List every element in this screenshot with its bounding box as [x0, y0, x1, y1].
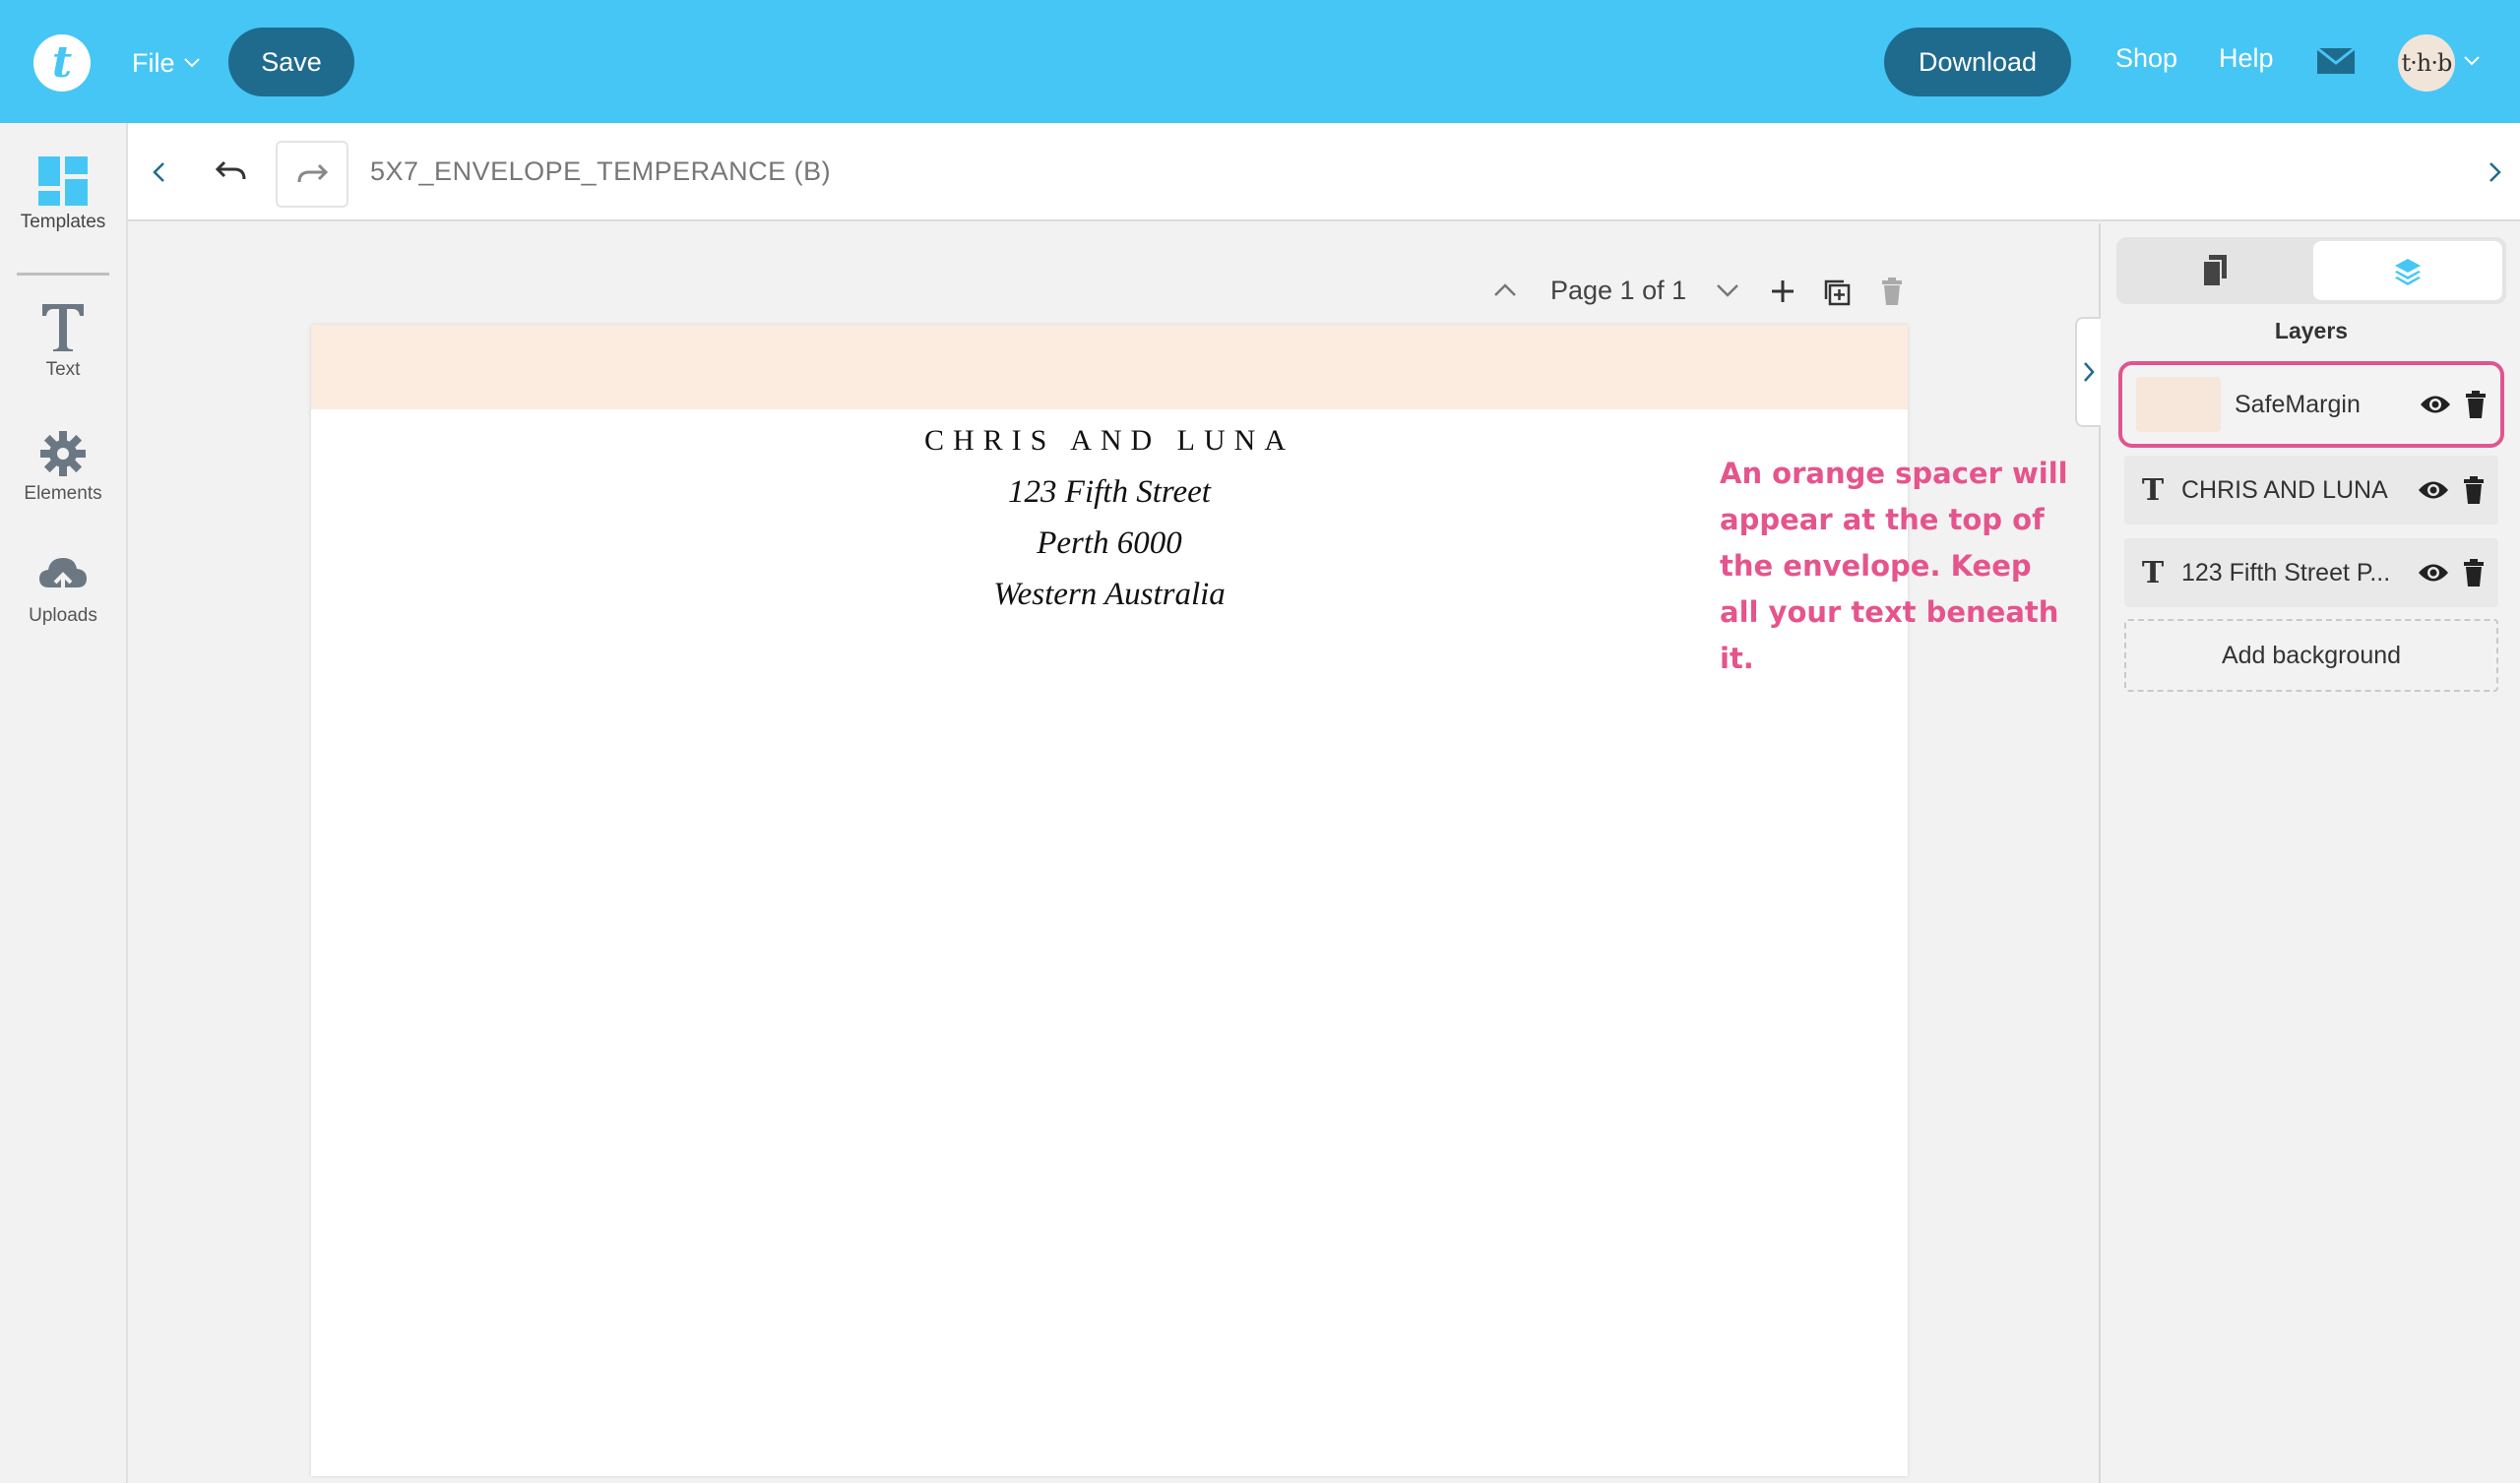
address-block[interactable]: CHRIS AND LUNA 123 Fifth Street Perth 60… [311, 423, 1908, 620]
tab-layers[interactable] [2313, 241, 2502, 300]
sidebar-item-uploads[interactable]: Uploads [0, 554, 126, 627]
page-up-icon[interactable] [1492, 279, 1518, 301]
page-down-icon[interactable] [1715, 279, 1740, 301]
templates-grid-icon [38, 156, 88, 206]
add-page-icon[interactable] [1769, 278, 1796, 305]
instruction-note: An orange spacer will appear at the top … [1720, 457, 2068, 675]
cloud-upload-icon [39, 558, 87, 597]
sidebar-item-label: Uploads [29, 605, 97, 626]
layer-item-safemargin[interactable]: SafeMargin [2118, 361, 2504, 448]
logo-letter: t [51, 37, 73, 88]
address-line-2[interactable]: Perth 6000 [311, 518, 1908, 569]
address-line-1[interactable]: 123 Fifth Street [311, 466, 1908, 518]
layer-item-address[interactable]: T 123 Fifth Street P... [2124, 538, 2498, 607]
sidebar-divider [17, 273, 109, 276]
pages-icon [2202, 255, 2227, 287]
avatar[interactable]: t·h·b [2398, 34, 2455, 92]
layers-panel: Layers SafeMargin T CHRIS AND LUNA T 123… [2099, 223, 2520, 1483]
chevron-down-icon [183, 58, 200, 68]
add-background-button[interactable]: Add background [2124, 619, 2498, 692]
safe-margin-spacer[interactable] [311, 325, 1908, 409]
gear-icon [40, 431, 86, 476]
layer-swatch [2136, 377, 2221, 432]
delete-page-icon[interactable] [1880, 277, 1904, 306]
envelope-icon[interactable] [2315, 45, 2357, 77]
layer-name: CHRIS AND LUNA [2181, 475, 2388, 504]
sidebar-item-templates[interactable]: Templates [0, 156, 126, 233]
document-title: 5X7_ENVELOPE_TEMPERANCE (B) [370, 156, 832, 186]
undo-icon[interactable] [215, 156, 248, 186]
eye-icon[interactable] [2418, 562, 2449, 584]
help-link[interactable]: Help [2219, 43, 2274, 74]
page-indicator: Page 1 of 1 [1550, 276, 1687, 305]
file-menu-label: File [132, 47, 175, 78]
download-button[interactable]: Download [1884, 28, 2071, 96]
duplicate-page-icon[interactable] [1822, 278, 1852, 307]
chevron-right-icon [2084, 362, 2095, 382]
sidebar-item-label: Elements [24, 483, 102, 504]
trash-icon[interactable] [2463, 559, 2485, 587]
panel-title: Layers [2274, 318, 2349, 343]
save-button[interactable]: Save [228, 28, 354, 96]
redo-button[interactable] [276, 141, 348, 208]
sidebar-item-label: Templates [20, 212, 106, 232]
layer-item-chris-and-luna[interactable]: T CHRIS AND LUNA [2124, 456, 2498, 525]
document-toolbar: 5X7_ENVELOPE_TEMPERANCE (B) [128, 123, 2520, 221]
sidebar-item-text[interactable]: Text [0, 302, 126, 381]
address-line-3[interactable]: Western Australia [311, 569, 1908, 620]
chevron-right-icon[interactable] [2481, 158, 2508, 186]
shop-link[interactable]: Shop [2115, 43, 2177, 74]
chevron-down-icon[interactable] [2461, 49, 2483, 71]
trash-icon[interactable] [2465, 391, 2487, 418]
eye-icon[interactable] [2418, 479, 2449, 501]
layers-icon [2395, 259, 2421, 285]
file-menu[interactable]: File [132, 43, 201, 83]
app-logo[interactable]: t [33, 34, 91, 92]
top-bar: t File Save Download Shop Help t·h·b [0, 0, 2520, 123]
text-t-icon [42, 304, 84, 351]
tools-sidebar: Templates Text Elements Uploads [0, 123, 128, 1483]
collapse-panel-tab[interactable] [2075, 317, 2101, 427]
redo-icon [297, 163, 329, 183]
layer-name: SafeMargin [2235, 390, 2361, 418]
layer-name: 123 Fifth Street P... [2181, 558, 2391, 587]
eye-icon[interactable] [2420, 394, 2451, 415]
trash-icon[interactable] [2463, 476, 2485, 504]
envelope-page[interactable]: CHRIS AND LUNA 123 Fifth Street Perth 60… [311, 325, 1908, 1476]
text-t-icon: T [2141, 472, 2165, 508]
text-t-icon: T [2141, 555, 2165, 590]
panel-tabs [2116, 237, 2506, 304]
tab-pages[interactable] [2120, 241, 2309, 300]
chevron-left-icon[interactable] [146, 158, 173, 186]
sidebar-item-elements[interactable]: Elements [0, 430, 126, 505]
recipient-name[interactable]: CHRIS AND LUNA [311, 423, 1908, 459]
sidebar-item-label: Text [45, 359, 81, 380]
